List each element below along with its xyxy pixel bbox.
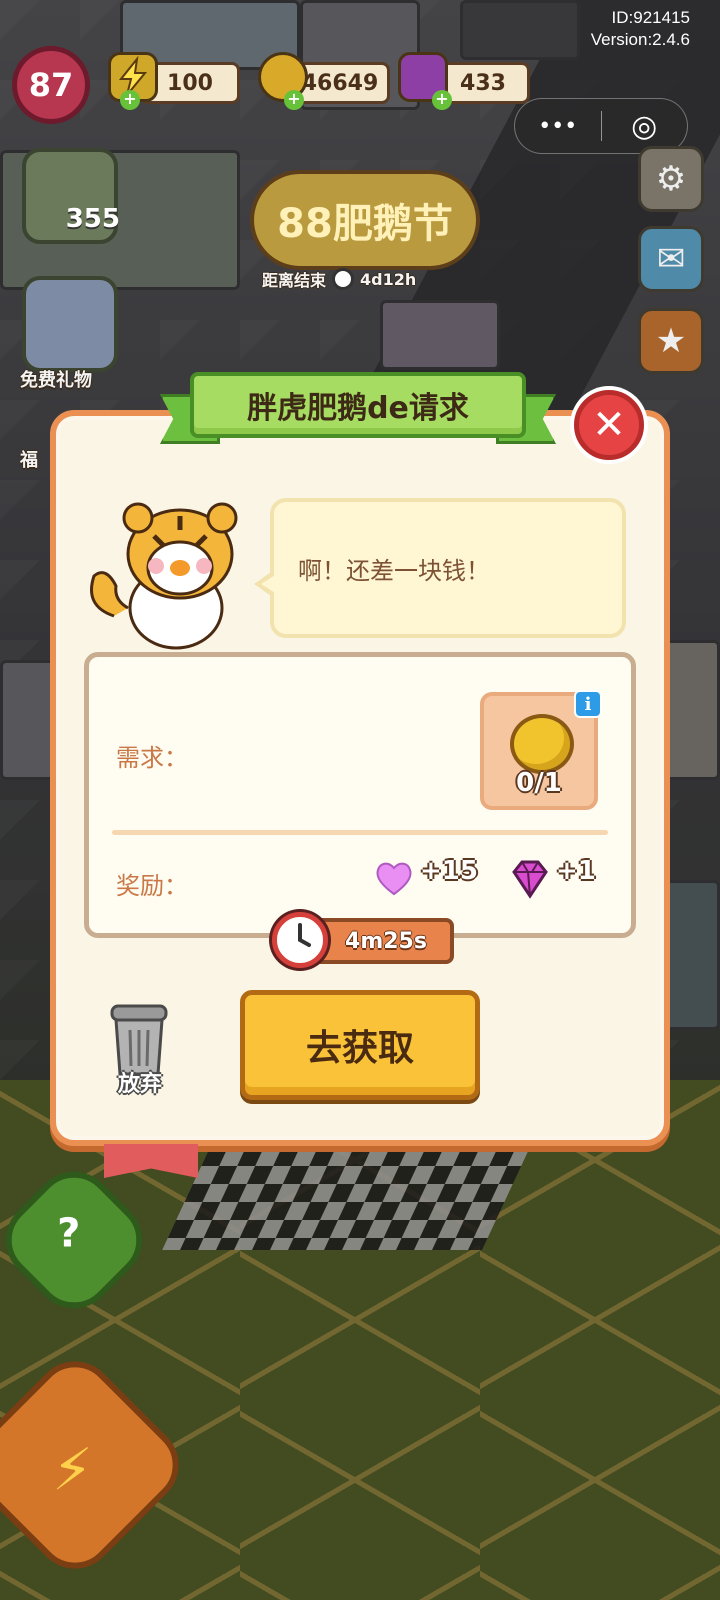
star-icon: ★ bbox=[655, 321, 687, 361]
more-icon: ••• bbox=[538, 113, 578, 139]
gem-value: 433 bbox=[460, 70, 506, 96]
more-menu-button[interactable]: ••• bbox=[515, 114, 601, 139]
puzzle-widget[interactable]: 355 bbox=[22, 148, 120, 244]
target-close-icon: ◎ bbox=[631, 108, 658, 144]
speech-text: 啊！还差一块钱！ bbox=[298, 556, 490, 585]
info-icon[interactable]: i bbox=[574, 690, 602, 718]
gem-reward: +1 bbox=[556, 856, 596, 886]
request-timer-value: 4m25s bbox=[345, 928, 427, 954]
coin-progress: 0/1 bbox=[516, 768, 562, 798]
close-dialog-button[interactable]: ✕ bbox=[574, 390, 644, 460]
exit-mini-program-button[interactable]: ◎ bbox=[602, 109, 688, 144]
event-logo[interactable]: 88肥鹅节 bbox=[250, 170, 480, 270]
version-label: Version:2.4.6 bbox=[590, 30, 690, 49]
reward-label: 奖励： bbox=[116, 872, 188, 900]
clock-icon bbox=[332, 268, 355, 290]
event-timer-prefix: 距离结束 bbox=[262, 271, 327, 290]
add-energy-icon[interactable]: + bbox=[120, 90, 140, 110]
player-id: ID:921415 bbox=[611, 8, 690, 27]
puzzle-count: 355 bbox=[65, 204, 120, 234]
go-get-button[interactable]: 去获取 bbox=[240, 990, 480, 1100]
settings-button[interactable]: ⚙ bbox=[638, 146, 704, 212]
coin-icon bbox=[510, 714, 574, 774]
requirement-label: 需求： bbox=[116, 744, 188, 772]
event-timer: 距离结束 4d12h bbox=[262, 264, 416, 294]
mail-icon: ✉ bbox=[656, 239, 686, 279]
level-value: 87 bbox=[28, 66, 74, 104]
level-badge[interactable]: 87 bbox=[12, 46, 90, 124]
free-gift-widget[interactable] bbox=[22, 276, 118, 372]
tiger-character bbox=[84, 496, 244, 656]
help-icon: ? bbox=[57, 1210, 81, 1257]
heart-icon bbox=[376, 862, 412, 896]
abandon-label[interactable]: 放弃 bbox=[100, 1066, 180, 1098]
mail-button[interactable]: ✉ bbox=[638, 226, 704, 292]
free-gift-label: 免费礼物 bbox=[20, 370, 92, 391]
coin-value: 46649 bbox=[301, 70, 379, 96]
panel-divider bbox=[112, 830, 608, 835]
energy-value: 100 bbox=[167, 70, 213, 96]
achievement-button[interactable]: ★ bbox=[638, 308, 704, 374]
event-logo-text: 88肥鹅节 bbox=[277, 201, 453, 247]
gem-icon bbox=[512, 860, 548, 899]
clock-icon bbox=[272, 912, 328, 968]
gear-icon: ⚙ bbox=[655, 159, 687, 199]
go-get-label: 去获取 bbox=[305, 1028, 414, 1069]
close-icon: ✕ bbox=[592, 402, 626, 448]
add-gems-icon[interactable]: + bbox=[432, 90, 452, 110]
welfare-label: 福 bbox=[20, 450, 38, 471]
event-timer-value: 4d12h bbox=[360, 269, 417, 289]
info-glyph: i bbox=[584, 693, 592, 715]
heart-reward: +15 bbox=[420, 856, 478, 886]
dialog-title-ribbon: 胖虎肥鹅de请求 bbox=[160, 372, 556, 448]
lightning-icon: ⚡ bbox=[52, 1435, 93, 1504]
speech-bubble: 啊！还差一块钱！ bbox=[254, 498, 626, 638]
add-coins-icon[interactable]: + bbox=[284, 90, 304, 110]
dialog-title: 胖虎肥鹅de请求 bbox=[190, 372, 526, 438]
